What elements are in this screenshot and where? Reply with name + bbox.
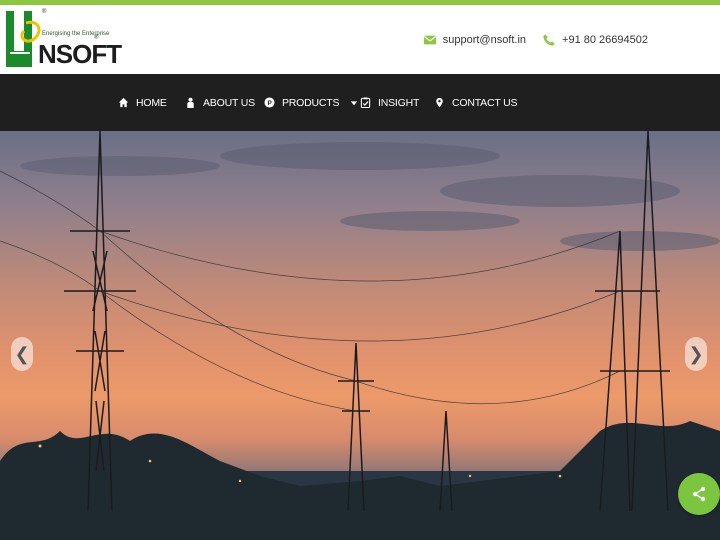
nav-label: PRODUCTS <box>282 96 340 109</box>
slider-next-button[interactable]: ❯ <box>685 337 707 371</box>
nav-label: HOME <box>136 96 167 109</box>
product-p-icon: P <box>264 97 275 108</box>
envelope-icon <box>423 35 436 45</box>
map-pin-icon <box>436 97 443 108</box>
chevron-left-icon: ❮ <box>14 343 30 364</box>
nav-item-about-us[interactable]: ABOUT US <box>185 74 255 131</box>
header-contact: support@nsoft.in +91 80 26694502 <box>423 33 648 47</box>
nav-label: CONTACT US <box>452 96 518 109</box>
nav-item-products[interactable]: P PRODUCTS <box>264 74 358 131</box>
brand-logo[interactable]: ® Energising the Enterprise NSOFT ® <box>4 9 122 73</box>
hero-image-power-lines <box>0 131 720 540</box>
phone-icon <box>543 34 555 46</box>
share-button[interactable] <box>678 473 720 515</box>
slider-prev-button[interactable]: ❮ <box>11 337 33 371</box>
hero-slider: ❮ ❯ <box>0 131 720 540</box>
nav-label: ABOUT US <box>203 96 255 109</box>
share-icon <box>692 486 706 502</box>
site-header: ® Energising the Enterprise NSOFT ® supp… <box>0 5 720 74</box>
nav-item-contact-us[interactable]: CONTACT US <box>434 74 517 131</box>
nav-item-insight[interactable]: INSIGHT <box>360 74 419 131</box>
registered-mark: ® <box>42 9 47 15</box>
chevron-right-icon: ❯ <box>688 343 704 364</box>
main-nav: HOME ABOUT US P PRODUCTS INSIGHT CONTACT… <box>0 74 720 131</box>
phone-number[interactable]: +91 80 26694502 <box>562 34 648 46</box>
nav-label: INSIGHT <box>378 96 420 109</box>
nav-item-home[interactable]: HOME <box>118 74 167 131</box>
brand-name: NSOFT <box>38 39 122 69</box>
support-email-link[interactable]: support@nsoft.in <box>443 34 526 46</box>
clipboard-check-icon <box>360 97 371 108</box>
brand-tagline: Energising the Enterprise <box>42 31 110 37</box>
home-icon <box>118 97 129 108</box>
person-icon <box>187 97 194 108</box>
registered-mark-2: ® <box>94 35 99 41</box>
caret-down-icon <box>351 100 358 105</box>
